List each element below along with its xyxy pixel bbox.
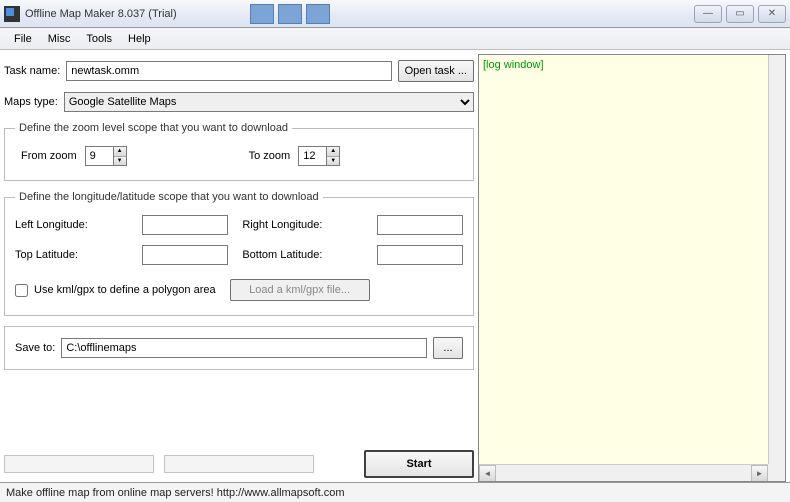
maps-type-label: Maps type: (4, 96, 58, 108)
from-zoom-input[interactable] (85, 146, 113, 166)
titlebar-misc-icon (250, 4, 274, 24)
maps-type-select[interactable]: Google Satellite Maps (64, 92, 474, 112)
task-name-label: Task name: (4, 65, 60, 77)
zoom-scope-group: Define the zoom level scope that you wan… (4, 122, 474, 181)
right-lon-input[interactable] (377, 215, 463, 235)
menu-file[interactable]: File (6, 31, 40, 47)
load-kml-button[interactable]: Load a kml/gpx file... (230, 279, 370, 301)
log-placeholder: [log window] (483, 59, 544, 71)
progress-bar-2 (164, 455, 314, 473)
status-bar: Make offline map from online map servers… (0, 482, 790, 502)
close-button[interactable]: ✕ (758, 5, 786, 23)
bottom-lat-label: Bottom Latitude: (242, 249, 363, 261)
use-kml-checkbox[interactable] (15, 284, 28, 297)
bbox-legend: Define the longitude/latitude scope that… (15, 191, 323, 203)
right-lon-label: Right Longitude: (242, 219, 363, 231)
titlebar-misc-icon (278, 4, 302, 24)
titlebar-icons (250, 4, 330, 24)
from-zoom-up[interactable]: ▲ (114, 147, 126, 157)
top-lat-input[interactable] (142, 245, 228, 265)
log-scrollbar-vertical[interactable] (768, 55, 785, 464)
progress-bar-1 (4, 455, 154, 473)
browse-button[interactable]: ... (433, 337, 463, 359)
log-scrollbar-horizontal[interactable]: ◄ ► (479, 464, 768, 481)
use-kml-label: Use kml/gpx to define a polygon area (34, 284, 216, 296)
menu-misc[interactable]: Misc (40, 31, 79, 47)
bbox-group: Define the longitude/latitude scope that… (4, 191, 474, 316)
scroll-corner (768, 464, 785, 481)
open-task-button[interactable]: Open task ... (398, 60, 474, 82)
log-window[interactable]: [log window] ◄ ► (478, 54, 786, 482)
left-lon-input[interactable] (142, 215, 228, 235)
top-lat-label: Top Latitude: (15, 249, 128, 261)
maximize-button[interactable]: ▭ (726, 5, 754, 23)
to-zoom-input[interactable] (298, 146, 326, 166)
titlebar-misc-icon (306, 4, 330, 24)
zoom-legend: Define the zoom level scope that you wan… (15, 122, 292, 134)
scroll-left-icon[interactable]: ◄ (479, 465, 496, 482)
save-to-input[interactable] (61, 338, 427, 358)
left-lon-label: Left Longitude: (15, 219, 128, 231)
to-zoom-down[interactable]: ▼ (327, 157, 339, 166)
menu-tools[interactable]: Tools (78, 31, 120, 47)
minimize-button[interactable]: — (694, 5, 722, 23)
menubar: File Misc Tools Help (0, 28, 790, 50)
task-name-input[interactable] (66, 61, 391, 81)
bottom-lat-input[interactable] (377, 245, 463, 265)
status-text: Make offline map from online map servers… (6, 487, 345, 499)
scroll-right-icon[interactable]: ► (751, 465, 768, 482)
to-zoom-label: To zoom (249, 150, 291, 162)
menu-help[interactable]: Help (120, 31, 159, 47)
save-group: Save to: ... (4, 326, 474, 370)
from-zoom-down[interactable]: ▼ (114, 157, 126, 166)
start-button[interactable]: Start (364, 450, 474, 478)
app-icon (4, 6, 20, 22)
to-zoom-up[interactable]: ▲ (327, 147, 339, 157)
from-zoom-label: From zoom (21, 150, 77, 162)
window-title: Offline Map Maker 8.037 (Trial) (25, 8, 177, 20)
save-to-label: Save to: (15, 342, 55, 354)
titlebar: Offline Map Maker 8.037 (Trial) — ▭ ✕ (0, 0, 790, 28)
